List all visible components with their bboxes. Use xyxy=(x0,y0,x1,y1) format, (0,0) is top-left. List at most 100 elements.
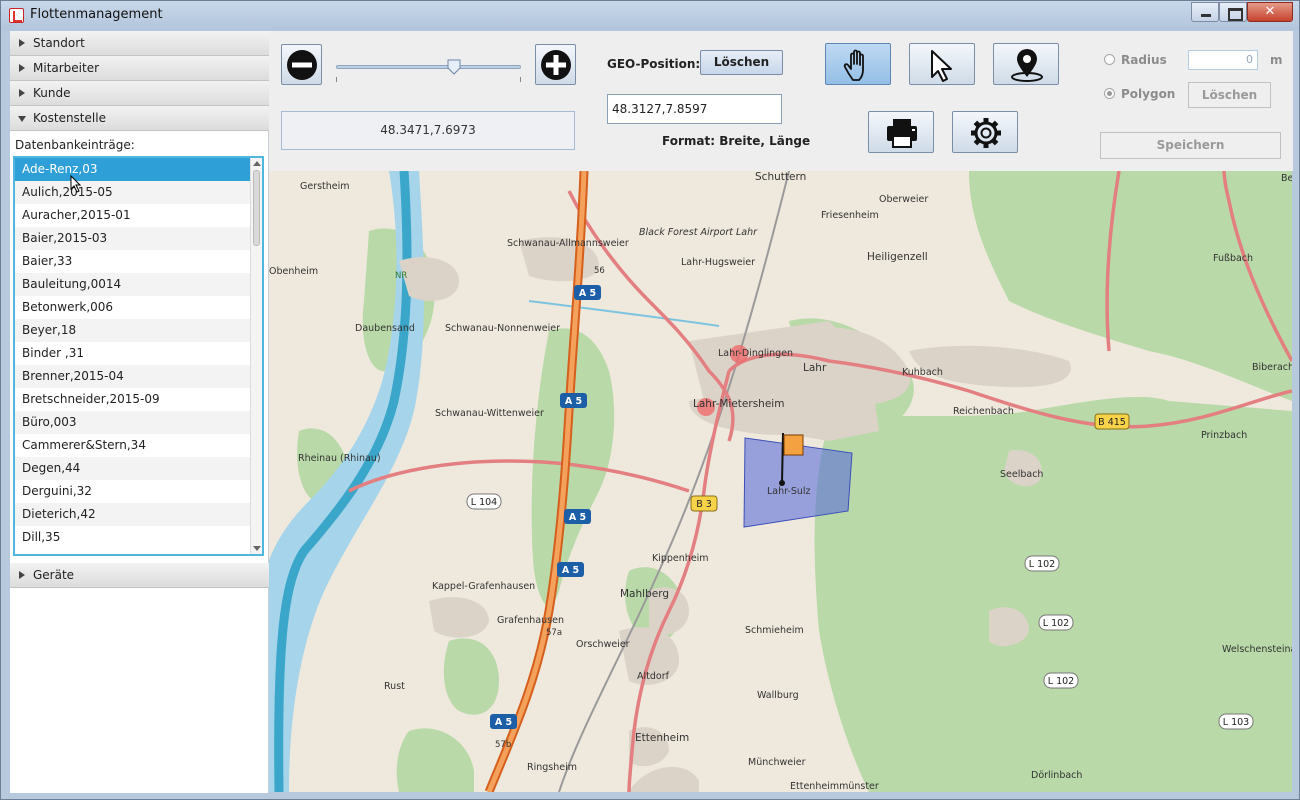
map-place-label: Friesenheim xyxy=(821,210,879,221)
minimize-button[interactable] xyxy=(1191,2,1219,22)
svg-text:A 5: A 5 xyxy=(569,512,586,523)
svg-text:L 102: L 102 xyxy=(1043,618,1069,629)
list-item[interactable]: Binder ,31 xyxy=(15,342,250,365)
list-item[interactable]: Betonwerk,006 xyxy=(15,296,250,319)
map-place-label: Lahr xyxy=(803,362,827,374)
title-bar[interactable]: Flottenmanagement ✕ xyxy=(1,1,1299,30)
slider-tick xyxy=(520,77,521,82)
polygon-clear-button[interactable]: Löschen xyxy=(1188,82,1271,108)
map-place-label: Welschensteinach xyxy=(1222,644,1292,655)
triangle-right-icon xyxy=(19,39,25,47)
map-place-label: Dörlinbach xyxy=(1031,770,1082,781)
map-place-label: Oberweier xyxy=(879,194,928,205)
geo-position-input[interactable]: 48.3127,7.8597 xyxy=(607,94,782,124)
list-item[interactable]: Brenner,2015-04 xyxy=(15,365,250,388)
map-canvas[interactable]: A 5 A 5 A 5 A 5 A 5 B 3 B 415 L 104 L 10… xyxy=(269,171,1292,792)
list-item[interactable]: Baier,2015-03 xyxy=(15,227,250,250)
zoom-slider-thumb[interactable] xyxy=(447,59,461,75)
app-window: Flottenmanagement ✕ Standort Mitarbeiter… xyxy=(0,0,1300,800)
zoom-in-button[interactable] xyxy=(535,44,576,85)
accordion-standort[interactable]: Standort xyxy=(10,31,269,56)
list-item[interactable]: Beyer,18 xyxy=(15,319,250,342)
window-title: Flottenmanagement xyxy=(30,7,163,22)
map-place-label: Kuhbach xyxy=(902,367,943,378)
minus-circle-icon xyxy=(287,50,317,80)
triangle-right-icon xyxy=(19,64,25,72)
radius-unit: m xyxy=(1270,53,1283,67)
left-panel: Standort Mitarbeiter Kunde Kostenstelle … xyxy=(10,31,269,793)
geo-position-label: GEO-Position: xyxy=(607,57,701,71)
map-place-label: Biberach (Bad xyxy=(1252,362,1292,373)
close-button[interactable]: ✕ xyxy=(1247,2,1293,22)
map-place-label: Wallburg xyxy=(757,690,799,701)
map-place-label: Lahr-Dinglingen xyxy=(718,348,793,359)
list-item[interactable]: Cammerer&Stern,34 xyxy=(15,434,250,457)
map-place-label: Kappel-Grafenhausen xyxy=(432,581,535,592)
list-item[interactable]: Bretschneider,2015-09 xyxy=(15,388,250,411)
accordion-label: Mitarbeiter xyxy=(33,61,100,75)
map-place-label: Obenheim xyxy=(269,266,318,277)
list-item[interactable]: Bauleitung,0014 xyxy=(15,273,250,296)
marker-tool-button[interactable] xyxy=(993,43,1059,85)
accordion-label: Geräte xyxy=(33,568,75,582)
zoom-slider-track[interactable] xyxy=(336,65,521,69)
map-place-label: Schmieheim xyxy=(745,625,804,636)
scroll-thumb[interactable] xyxy=(253,170,260,246)
pointer-arrow-icon xyxy=(931,50,952,82)
list-item[interactable]: Ade-Renz,03 xyxy=(15,158,250,181)
svg-text:L 104: L 104 xyxy=(471,497,497,508)
mouse-cursor-icon xyxy=(70,175,82,193)
map-place-label: Schwanau-Allmannsweier xyxy=(507,238,629,249)
entries-list[interactable]: Ade-Renz,03 Aulich,2015-05 Auracher,2015-0… xyxy=(13,156,264,556)
list-item[interactable]: Dill,35 xyxy=(15,526,250,549)
accordion-geraete[interactable]: Geräte xyxy=(10,563,269,588)
save-button[interactable]: Speichern xyxy=(1100,132,1281,159)
list-item[interactable]: Aulich,2015-05 xyxy=(15,181,250,204)
svg-text:L 102: L 102 xyxy=(1029,559,1055,570)
settings-button[interactable] xyxy=(952,111,1018,153)
accordion-kostenstelle[interactable]: Kostenstelle xyxy=(10,106,269,131)
geo-clear-button[interactable]: Löschen xyxy=(700,50,783,75)
list-item[interactable]: Büro,003 xyxy=(15,411,250,434)
map-place-label: Gerstheim xyxy=(300,181,350,192)
zoom-out-button[interactable] xyxy=(281,44,322,85)
radius-radio[interactable] xyxy=(1104,54,1115,65)
triangle-right-icon xyxy=(19,89,25,97)
radius-input[interactable]: 0 xyxy=(1188,50,1258,70)
map-place-label: Seelbach xyxy=(1000,469,1043,480)
polygon-radio[interactable] xyxy=(1104,88,1115,99)
map-view[interactable]: A 5 A 5 A 5 A 5 A 5 B 3 B 415 L 104 L 10… xyxy=(269,171,1292,792)
scroll-up-icon[interactable] xyxy=(253,161,261,166)
svg-text:L 103: L 103 xyxy=(1223,717,1249,728)
cursor-coordinates: 48.3471,7.6973 xyxy=(281,111,575,150)
scroll-down-icon[interactable] xyxy=(253,546,261,551)
map-place-label: Münchweier xyxy=(748,757,806,768)
triangle-right-icon xyxy=(19,571,25,579)
list-scrollbar[interactable] xyxy=(250,158,262,554)
map-place-label: Fußbach xyxy=(1213,253,1253,264)
radius-label: Radius xyxy=(1121,53,1167,67)
print-button[interactable] xyxy=(868,111,934,153)
accordion-kunde[interactable]: Kunde xyxy=(10,81,269,106)
list-item[interactable]: Baier,33 xyxy=(15,250,250,273)
list-item[interactable]: Dieterich,42 xyxy=(15,503,250,526)
gear-icon xyxy=(971,118,1001,148)
hand-icon xyxy=(843,49,864,81)
list-item[interactable]: Auracher,2015-01 xyxy=(15,204,250,227)
map-place-label: Daubensand xyxy=(355,323,415,334)
list-item[interactable]: Degen,44 xyxy=(15,457,250,480)
hand-tool-button[interactable] xyxy=(825,43,891,85)
map-place-label: Schuttern xyxy=(755,171,806,183)
maximize-button[interactable] xyxy=(1219,2,1247,22)
list-item[interactable]: Derguini,32 xyxy=(15,480,250,503)
polygon-label: Polygon xyxy=(1121,87,1176,101)
database-entries-label: Datenbankeinträge: xyxy=(15,138,135,152)
map-place-label: Ettenheim xyxy=(635,732,689,744)
accordion-mitarbeiter[interactable]: Mitarbeiter xyxy=(10,56,269,81)
map-place-label: Grafenhausen xyxy=(497,615,564,626)
map-place-label: Orschweier xyxy=(576,639,630,650)
pointer-tool-button[interactable] xyxy=(909,43,975,85)
triangle-down-icon xyxy=(18,116,26,122)
map-road-label: NR xyxy=(395,271,407,281)
svg-text:A 5: A 5 xyxy=(579,288,596,299)
